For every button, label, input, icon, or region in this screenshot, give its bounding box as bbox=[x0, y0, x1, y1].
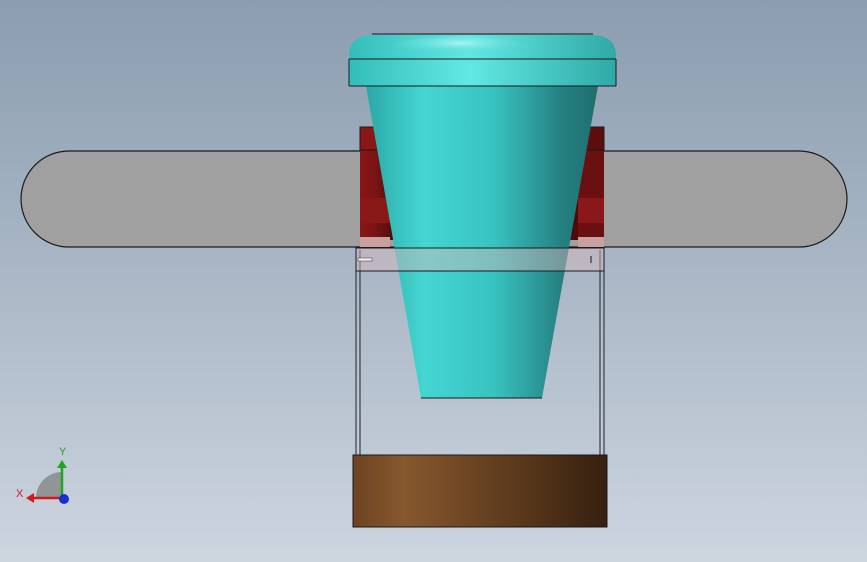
x-axis-label: X bbox=[16, 488, 24, 500]
cad-graphics-viewport[interactable]: X Y bbox=[0, 0, 867, 562]
coordinate-triad: X Y bbox=[16, 446, 69, 504]
translucent-plate[interactable] bbox=[355, 247, 605, 272]
wooden-base[interactable] bbox=[352, 454, 608, 528]
model-canvas[interactable]: X Y bbox=[0, 0, 867, 562]
y-axis-label: Y bbox=[59, 446, 67, 458]
